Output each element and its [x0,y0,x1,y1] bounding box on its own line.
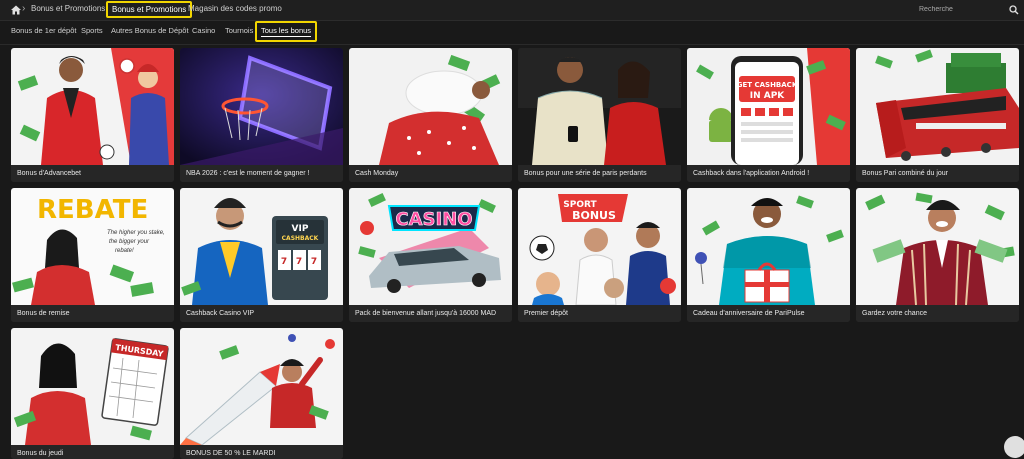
card-image [518,48,681,165]
bonus-card[interactable]: Cadeau d'anniversaire de PariPulse [687,188,850,322]
card-image [349,48,512,165]
card-title: Bonus Pari combiné du jour [856,165,1019,182]
tab-sports[interactable]: Sports [81,26,103,35]
bonus-card[interactable]: Bonus pour une série de paris perdants [518,48,681,182]
card-title: Cashback dans l'application Android ! [687,165,850,182]
card-title: NBA 2026 : c'est le moment de gagner ! [180,165,343,182]
search-input[interactable] [915,2,1013,17]
filter-tabs: Bonus de 1er dépôt Sports Autres Bonus d… [0,20,1024,45]
bonus-card[interactable]: CASINO Pack de bienvenue allant jusqu'à … [349,188,512,322]
svg-text:7: 7 [296,257,302,267]
card-image: VIP CASHBACK 7 7 7 [180,188,343,305]
art-text: rebate! [115,248,134,254]
svg-text:7: 7 [311,257,317,267]
card-image [180,328,343,445]
card-title: Bonus d'Advancebet [11,165,174,182]
search-icon[interactable] [1009,5,1019,15]
top-bar: › Bonus et Promotions Bonus et Promotion… [0,0,1024,21]
bonus-card[interactable]: BONUS DE 50 % LE MARDI [180,328,343,459]
card-title: Cashback Casino VIP [180,305,343,322]
bonus-card[interactable]: NBA 2026 : c'est le moment de gagner ! [180,48,343,182]
bonus-card[interactable]: GET CASHBACK IN APK Cashback dans l'appl… [687,48,850,182]
bonus-card[interactable]: VIP CASHBACK 7 7 7 Cashback Casino VIP [180,188,343,322]
art-text: REBATE [37,195,148,225]
card-image: SPORT BONUS [518,188,681,305]
home-icon[interactable] [10,4,22,16]
bonus-card[interactable]: THURSDAY Bonus du jeudi [11,328,174,459]
card-image: THURSDAY [11,328,174,445]
card-title: Pack de bienvenue allant jusqu'à 16000 M… [349,305,512,322]
bonus-card[interactable]: Bonus Pari combiné du jour [856,48,1019,182]
card-title: Bonus du jeudi [11,445,174,459]
art-text: VIP [292,224,309,234]
bonus-card[interactable]: Gardez votre chance [856,188,1019,322]
art-text: The higher you stake, [107,230,165,236]
card-image: REBATE The higher you stake, the bigger … [11,188,174,305]
bonus-card[interactable]: SPORT BONUS Premier dépôt [518,188,681,322]
breadcrumb-item-active[interactable]: Bonus et Promotions [106,1,193,18]
tab-all-bonuses[interactable]: Tous les bonus [255,21,318,42]
card-title: Bonus pour une série de paris perdants [518,165,681,182]
chevron-right-icon: › [22,3,26,14]
breadcrumb-item-promo-store[interactable]: Magasin des codes promo [188,4,282,13]
tab-first-deposit[interactable]: Bonus de 1er dépôt [11,26,76,35]
art-text: BONUS [572,209,616,222]
art-text: CASINO [395,209,472,230]
card-image: CASINO [349,188,512,305]
card-image: GET CASHBACK IN APK [687,48,850,165]
art-text: IN APK [750,91,786,101]
card-image [11,48,174,165]
card-image [856,188,1019,305]
card-title: Premier dépôt [518,305,681,322]
tab-other-deposit[interactable]: Autres Bonus de Dépôt [111,26,189,35]
art-text: GET CASHBACK [737,81,798,89]
bonus-card[interactable]: REBATE The higher you stake, the bigger … [11,188,174,322]
svg-text:7: 7 [281,257,287,267]
card-title: BONUS DE 50 % LE MARDI [180,445,343,459]
card-image [180,48,343,165]
card-image [856,48,1019,165]
tab-casino[interactable]: Casino [192,26,215,35]
bonus-card[interactable]: Cash Monday [349,48,512,182]
breadcrumb-item[interactable]: Bonus et Promotions [31,4,105,13]
tab-tournaments[interactable]: Tournois [225,26,253,35]
card-image [687,188,850,305]
chat-icon[interactable] [1004,436,1024,458]
card-title: Cadeau d'anniversaire de PariPulse [687,305,850,322]
art-text: the bigger your [109,239,150,245]
card-title: Gardez votre chance [856,305,1019,322]
art-text: CASHBACK [282,235,319,242]
search-box [915,2,1021,17]
card-title: Cash Monday [349,165,512,182]
card-title: Bonus de remise [11,305,174,322]
bonus-card[interactable]: Bonus d'Advancebet [11,48,174,182]
